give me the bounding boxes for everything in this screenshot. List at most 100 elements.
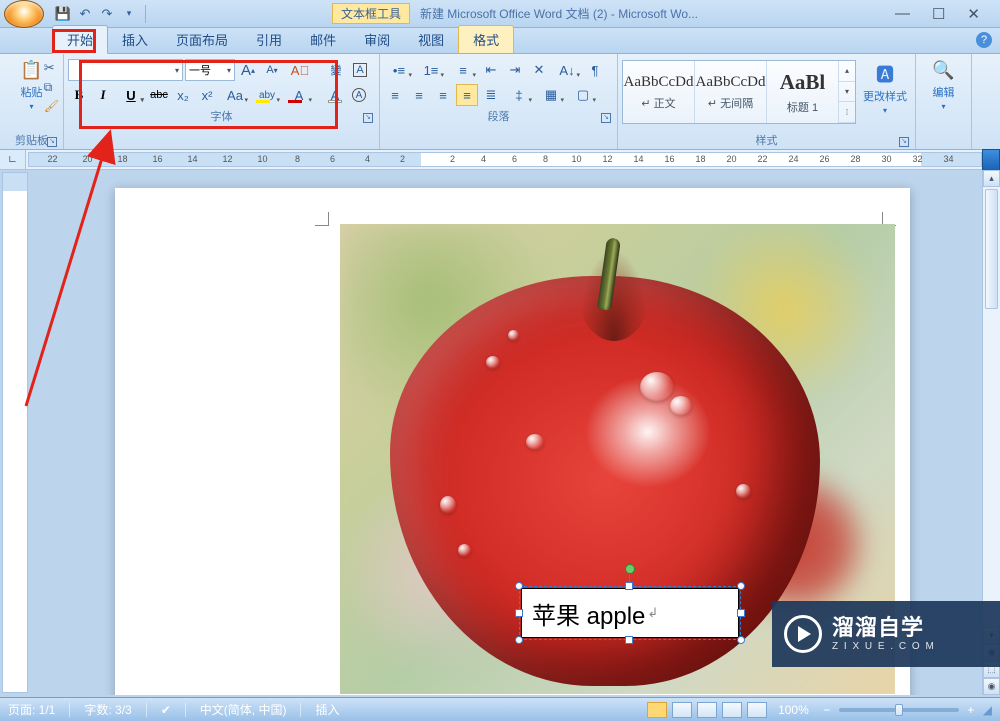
- align-left-button[interactable]: ≡: [384, 84, 406, 106]
- scroll-thumb[interactable]: [985, 189, 998, 309]
- tab-home[interactable]: 开始: [52, 25, 108, 54]
- style-down-icon[interactable]: ▾: [839, 82, 855, 103]
- status-language[interactable]: 中文(简体, 中国): [200, 701, 287, 718]
- status-words[interactable]: 字数: 3/3: [84, 701, 131, 718]
- char-border-button[interactable]: A: [349, 59, 371, 81]
- clear-format-button[interactable]: A⃠: [285, 59, 315, 81]
- group-label-styles: 样式↘: [622, 130, 911, 149]
- underline-button[interactable]: U▾: [116, 84, 146, 106]
- align-center-button[interactable]: ≡: [408, 84, 430, 106]
- resize-handle[interactable]: [515, 582, 523, 590]
- numbering-button[interactable]: 1≡▾: [416, 59, 446, 81]
- line-spacing-button[interactable]: ‡▾: [504, 84, 534, 106]
- font-color-button[interactable]: A▾: [284, 84, 314, 106]
- status-mode[interactable]: 插入: [315, 701, 339, 718]
- style-up-icon[interactable]: ▴: [839, 61, 855, 82]
- redo-icon[interactable]: ↷: [98, 5, 116, 23]
- strike-button[interactable]: abc: [148, 84, 170, 106]
- superscript-button[interactable]: x²: [196, 84, 218, 106]
- borders-button[interactable]: ▢▾: [568, 84, 598, 106]
- launcher-icon[interactable]: ↘: [47, 137, 57, 147]
- align-right-button[interactable]: ≡: [432, 84, 454, 106]
- multilevel-button[interactable]: ≡▾: [448, 59, 478, 81]
- resize-handle[interactable]: [625, 636, 633, 644]
- resize-handle[interactable]: [625, 582, 633, 590]
- status-proof-icon[interactable]: ✔: [161, 703, 171, 717]
- undo-icon[interactable]: ↶: [76, 5, 94, 23]
- zoom-in-button[interactable]: +: [964, 703, 978, 717]
- tab-insert[interactable]: 插入: [108, 26, 162, 53]
- shading-button[interactable]: ▦▾: [536, 84, 566, 106]
- resize-handle[interactable]: [737, 636, 745, 644]
- save-icon[interactable]: 💾: [54, 5, 72, 23]
- view-print-button[interactable]: [647, 702, 667, 718]
- format-painter-icon[interactable]: 🖌: [44, 99, 59, 113]
- subscript-button[interactable]: x₂: [172, 84, 194, 106]
- align-justify-button[interactable]: ≡: [456, 84, 478, 106]
- view-outline-button[interactable]: [722, 702, 742, 718]
- scroll-up-icon[interactable]: ▴: [983, 170, 1000, 187]
- distributed-button[interactable]: ≣: [480, 84, 502, 106]
- play-icon: [784, 615, 822, 653]
- ruler-toggle-button[interactable]: [982, 149, 1000, 171]
- help-icon[interactable]: ?: [976, 32, 992, 48]
- launcher-icon[interactable]: ↘: [601, 113, 611, 123]
- view-fullread-button[interactable]: [672, 702, 692, 718]
- font-name-combo[interactable]: ▾: [68, 59, 183, 81]
- highlight-button[interactable]: aby▾: [252, 84, 282, 106]
- indent-inc-button[interactable]: ⇥: [504, 59, 526, 81]
- tab-view[interactable]: 视图: [404, 26, 458, 53]
- rotate-handle[interactable]: [625, 564, 635, 574]
- tab-references[interactable]: 引用: [242, 26, 296, 53]
- vertical-ruler[interactable]: [2, 172, 28, 693]
- sort-button[interactable]: A↓▾: [552, 59, 582, 81]
- change-styles-button[interactable]: 🅰 更改样式 ▾: [859, 60, 911, 117]
- resize-handle[interactable]: [515, 609, 523, 617]
- qat-more-icon[interactable]: ▾: [120, 5, 138, 23]
- status-page[interactable]: 页面: 1/1: [8, 701, 55, 718]
- phonetic-button[interactable]: 變: [325, 59, 347, 81]
- style-gallery[interactable]: AaBbCcDd↵ 正文 AaBbCcDd↵ 无间隔 AaBl标题 1 ▴▾⁞: [622, 60, 856, 124]
- tab-mailings[interactable]: 邮件: [296, 26, 350, 53]
- resize-handle[interactable]: [737, 609, 745, 617]
- tab-format[interactable]: 格式: [458, 25, 514, 53]
- indent-dec-button[interactable]: ⇤: [480, 59, 502, 81]
- launcher-icon[interactable]: ↘: [899, 137, 909, 147]
- font-size-combo[interactable]: 一号▾: [185, 59, 235, 81]
- office-button[interactable]: [4, 0, 44, 28]
- zoom-thumb[interactable]: [895, 704, 903, 716]
- enclose-char-button[interactable]: A: [348, 84, 370, 106]
- bold-button[interactable]: B: [68, 84, 90, 106]
- show-marks-button[interactable]: ¶: [584, 59, 606, 81]
- resize-grip-icon[interactable]: ◢: [983, 703, 992, 717]
- zoom-out-button[interactable]: −: [820, 703, 834, 717]
- view-web-button[interactable]: [697, 702, 717, 718]
- browse-next-icon[interactable]: ◉: [983, 678, 1000, 695]
- find-button[interactable]: 🔍 编辑 ▾: [928, 56, 960, 113]
- horizontal-ruler[interactable]: 222018161412108642 246810121416182022242…: [28, 152, 982, 167]
- asian-layout-button[interactable]: ✕: [528, 59, 550, 81]
- launcher-icon[interactable]: ↘: [363, 113, 373, 123]
- grow-font-button[interactable]: A▴: [237, 59, 259, 81]
- tab-layout[interactable]: 页面布局: [162, 26, 242, 53]
- resize-handle[interactable]: [737, 582, 745, 590]
- close-icon[interactable]: ✕: [967, 5, 980, 23]
- italic-button[interactable]: I: [92, 84, 114, 106]
- style-more-icon[interactable]: ⁞: [839, 102, 855, 123]
- tab-selector[interactable]: ∟: [0, 150, 26, 169]
- tab-review[interactable]: 审阅: [350, 26, 404, 53]
- copy-icon[interactable]: ⧉: [44, 80, 59, 95]
- minimize-icon[interactable]: —: [895, 5, 910, 23]
- resize-handle[interactable]: [515, 636, 523, 644]
- paste-button[interactable]: 📋 粘贴 ▾: [16, 56, 48, 113]
- char-shading-button[interactable]: A: [324, 84, 346, 106]
- shrink-font-button[interactable]: A▾: [261, 59, 283, 81]
- zoom-level[interactable]: 100%: [778, 703, 809, 717]
- editing-label: 编辑: [933, 84, 955, 100]
- zoom-slider[interactable]: [839, 708, 959, 712]
- view-draft-button[interactable]: [747, 702, 767, 718]
- cut-icon[interactable]: ✂: [44, 60, 59, 76]
- maximize-icon[interactable]: ☐: [932, 5, 945, 23]
- change-case-button[interactable]: Aa▾: [220, 84, 250, 106]
- bullets-button[interactable]: •≡▾: [384, 59, 414, 81]
